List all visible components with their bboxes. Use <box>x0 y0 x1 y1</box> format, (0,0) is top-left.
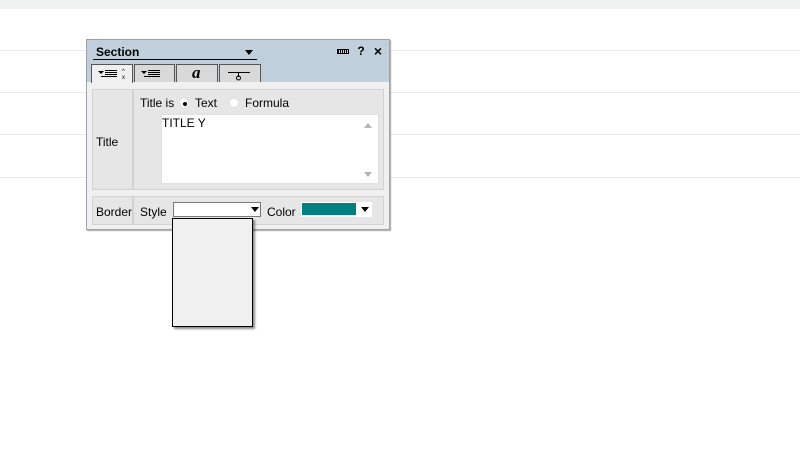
text-radio[interactable] <box>179 98 189 108</box>
italic-a-icon: a <box>192 63 201 82</box>
chevron-down-icon <box>251 207 259 212</box>
formula-radio[interactable] <box>229 98 239 108</box>
title-layout-tab[interactable]: ^ x <box>91 64 133 83</box>
title-align-icon: ^ x <box>98 69 125 81</box>
border-style-select[interactable] <box>173 202 261 217</box>
color-swatch <box>302 203 356 215</box>
chevron-down-icon <box>361 207 369 212</box>
chevron-down-icon <box>245 50 253 55</box>
pin-icon <box>337 49 349 54</box>
scroll-down-icon[interactable] <box>364 172 372 177</box>
close-button[interactable]: × <box>371 44 385 58</box>
section-select-label: Section <box>96 45 140 59</box>
title-group-label-cell: Title <box>92 89 133 190</box>
line-tab[interactable] <box>219 64 261 82</box>
border-group-label-cell: Border <box>92 196 133 225</box>
title-label: Title <box>96 135 119 149</box>
align-icon <box>141 70 160 77</box>
svg-text:x: x <box>122 75 125 81</box>
scroll-up-icon[interactable] <box>364 123 372 128</box>
line-style-icon <box>228 72 250 81</box>
panel-header: Section ? × ^ x a <box>87 40 389 83</box>
font-tab[interactable]: a <box>176 64 218 82</box>
border-label: Border <box>96 205 133 219</box>
title-is-label: Title is <box>140 96 175 110</box>
border-style-dropdown-list[interactable] <box>172 218 253 327</box>
pin-button[interactable] <box>335 44 349 58</box>
title-text-value: TITLE Y <box>162 116 206 130</box>
color-label: Color <box>267 205 296 219</box>
border-color-select[interactable] <box>301 202 372 217</box>
section-select[interactable]: Section <box>93 45 257 60</box>
title-text-area[interactable]: TITLE Y <box>161 114 379 184</box>
formula-radio-label: Formula <box>245 96 290 110</box>
text-radio-label: Text <box>195 96 218 110</box>
section-format-panel: Section ? × ^ x a Title Title is Text Fo… <box>86 39 390 230</box>
align-tab[interactable] <box>134 64 175 82</box>
style-label: Style <box>140 205 167 219</box>
top-toolbar-strip <box>0 0 800 9</box>
help-button[interactable]: ? <box>354 44 368 58</box>
